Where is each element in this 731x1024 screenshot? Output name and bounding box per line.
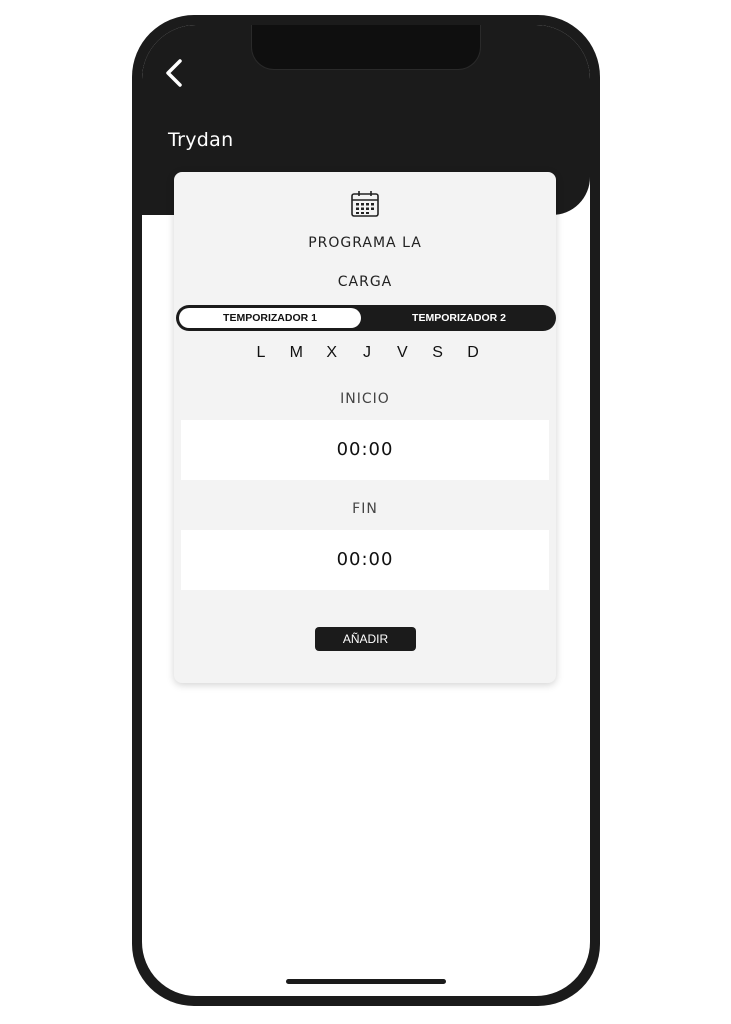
end-time-field[interactable]: 00:00 <box>181 530 549 590</box>
chevron-left-icon <box>166 59 182 87</box>
add-button[interactable]: AÑADIR <box>315 627 416 651</box>
day-wednesday[interactable]: X <box>322 344 342 362</box>
tab-timer-1[interactable]: TEMPORIZADOR 1 <box>179 308 361 328</box>
start-time-field[interactable]: 00:00 <box>181 420 549 480</box>
card-title-line2: CARGA <box>337 274 393 290</box>
timer-toggle: TEMPORIZADOR 1 TEMPORIZADOR 2 <box>176 305 556 331</box>
app-screen: Trydan PROGRAMA LA CARGA TEMPORIZADOR 1 … <box>142 25 590 996</box>
back-button[interactable] <box>160 53 190 93</box>
day-selector: L M X J V S D <box>251 344 483 362</box>
home-indicator <box>286 979 446 984</box>
day-thursday[interactable]: J <box>357 344 377 362</box>
day-friday[interactable]: V <box>392 344 412 362</box>
day-saturday[interactable]: S <box>428 344 448 362</box>
schedule-card: PROGRAMA LA CARGA TEMPORIZADOR 1 TEMPORI… <box>174 172 556 683</box>
end-label: FIN <box>352 501 378 517</box>
day-monday[interactable]: L <box>251 344 271 362</box>
calendar-icon <box>351 191 379 217</box>
tab-timer-2[interactable]: TEMPORIZADOR 2 <box>366 308 552 328</box>
page-title: Trydan <box>168 129 234 151</box>
start-label: INICIO <box>340 391 390 407</box>
day-sunday[interactable]: D <box>463 344 483 362</box>
day-tuesday[interactable]: M <box>286 344 306 362</box>
card-title-line1: PROGRAMA LA <box>308 235 422 251</box>
phone-frame: Trydan PROGRAMA LA CARGA TEMPORIZADOR 1 … <box>132 15 600 1006</box>
device-notch <box>252 25 480 69</box>
